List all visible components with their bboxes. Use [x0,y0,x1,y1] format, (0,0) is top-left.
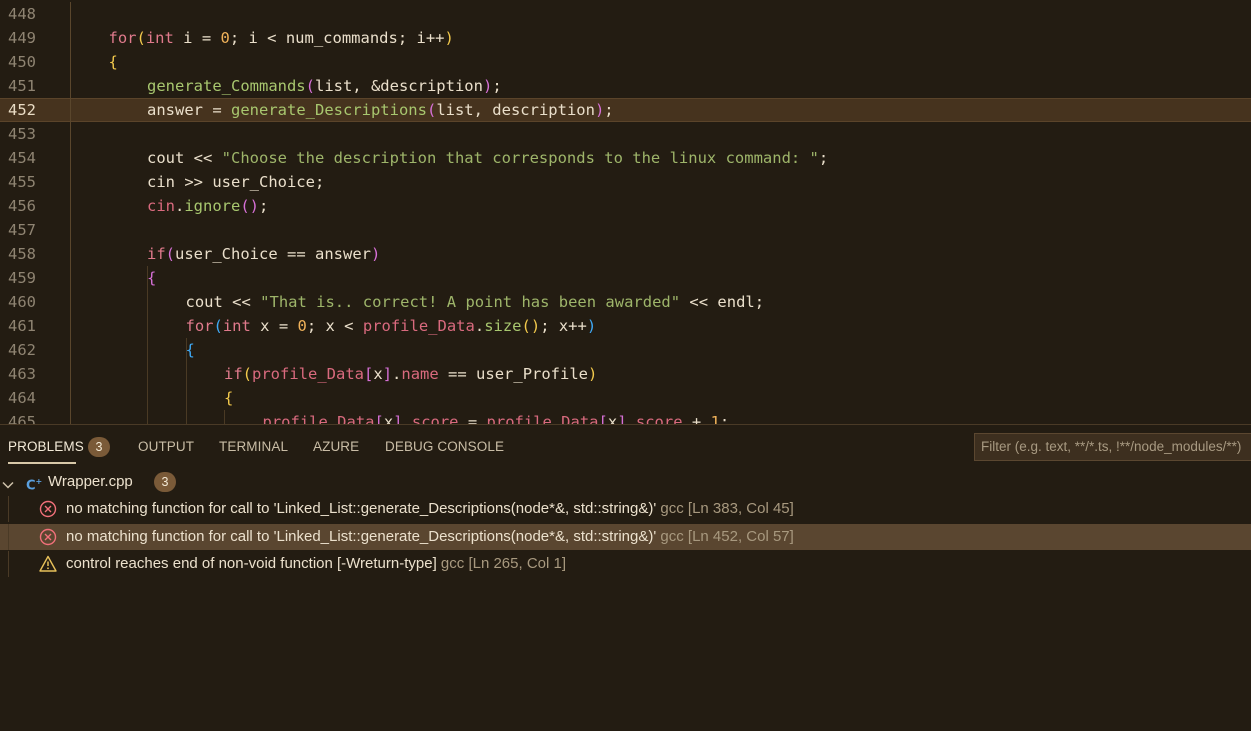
problem-item[interactable]: control reaches end of non-void function… [0,551,1251,577]
cpp-file-icon: C+ [26,477,43,494]
code-text: generate_Commands(list, &description); [147,77,502,95]
file-problem-count-badge: 3 [154,472,176,492]
tab-azure[interactable]: AZURE [313,439,359,454]
code-text: { [185,341,195,359]
code-text: answer = generate_Descriptions(list, des… [147,101,614,119]
code-line-448[interactable]: 448 [0,2,1251,26]
line-number[interactable]: 455 [8,170,48,194]
code-line-455[interactable]: 455 cin >> user_Choice; [0,170,1251,194]
code-line-456[interactable]: 456 cin.ignore(); [0,194,1251,218]
code-text: { [147,269,157,287]
problems-file-group[interactable]: C+ Wrapper.cpp 3 [0,471,1251,493]
line-number[interactable]: 460 [8,290,48,314]
line-number[interactable]: 450 [8,50,48,74]
code-line-458[interactable]: 458 if(user_Choice == answer) [0,242,1251,266]
line-number[interactable]: 453 [8,122,48,146]
line-number[interactable]: 448 [8,2,48,26]
indent-guide [70,2,71,424]
code-editor[interactable]: 448 449 for(int i = 0; i < num_commands; i… [0,0,1251,424]
code-text: if(profile_Data[x].name == user_Profile) [224,365,598,383]
line-number[interactable]: 454 [8,146,48,170]
code-text: profile_Data[x].score = profile_Data[x].… [262,413,730,424]
problems-filter-input[interactable]: Filter (e.g. text, **/*.ts, !**/node_mod… [974,433,1251,461]
indent-guide [147,266,148,424]
code-text: { [224,389,234,407]
tab-terminal[interactable]: TERMINAL [219,439,288,454]
code-line-460[interactable]: 460 cout << "That is.. correct! A point h… [0,290,1251,314]
error-icon [39,528,57,546]
code-line-457[interactable]: 457 [0,218,1251,242]
code-line-462[interactable]: 462 { [0,338,1251,362]
line-number[interactable]: 456 [8,194,48,218]
code-text: cout << "That is.. correct! A point has … [185,293,765,311]
problem-source-location: gcc [Ln 265, Col 1] [436,555,567,572]
indent-guide [185,338,187,424]
warning-icon [39,555,57,573]
line-number[interactable]: 463 [8,362,48,386]
code-line-449[interactable]: 449 for(int i = 0; i < num_commands; i++) [0,26,1251,50]
code-line-453[interactable]: 453 [0,122,1251,146]
problem-message: no matching function for call to 'Linked… [66,527,794,545]
file-name: Wrapper.cpp [48,473,133,490]
problem-item[interactable]: no matching function for call to 'Linked… [0,496,1251,522]
code-line-461[interactable]: 461 for(int x = 0; x < profile_Data.size(… [0,314,1251,338]
line-number[interactable]: 449 [8,26,48,50]
problem-message: control reaches end of non-void function… [66,555,567,572]
code-text: for(int i = 0; i < num_commands; i++) [108,29,454,47]
problem-source-location: gcc [Ln 383, Col 45] [656,500,794,517]
error-icon [39,500,57,518]
line-number[interactable]: 457 [8,218,48,242]
code-line-452[interactable]: 452 answer = generate_Descriptions(list, … [0,98,1251,122]
code-line-451[interactable]: 451 generate_Commands(list, &description)… [0,74,1251,98]
line-number[interactable]: 452 [8,98,48,122]
chevron-down-icon[interactable] [2,476,14,498]
line-number[interactable]: 458 [8,242,48,266]
code-text: if(user_Choice == answer) [147,245,381,263]
problem-message: no matching function for call to 'Linked… [66,500,794,517]
panel-tabs: PROBLEMS 3 OUTPUT TERMINAL AZURE DEBUG C… [0,425,960,467]
code-line-459[interactable]: 459 { [0,266,1251,290]
bottom-panel: PROBLEMS 3 OUTPUT TERMINAL AZURE DEBUG C… [0,424,1251,731]
code-text: cin.ignore(); [147,197,269,215]
code-line-450[interactable]: 450 { [0,50,1251,74]
tab-problems[interactable]: PROBLEMS [8,439,84,454]
code-text: cout << "Choose the description that cor… [147,149,829,167]
active-tab-indicator [8,462,76,464]
problem-item[interactable]: no matching function for call to 'Linked… [0,523,1251,550]
code-text: { [108,53,118,71]
code-line-464[interactable]: 464 { [0,386,1251,410]
line-number[interactable]: 459 [8,266,48,290]
line-number[interactable]: 465 [8,410,48,424]
line-number[interactable]: 462 [8,338,48,362]
code-line-463[interactable]: 463 if(profile_Data[x].name == user_Profi… [0,362,1251,386]
line-number[interactable]: 464 [8,386,48,410]
tab-output[interactable]: OUTPUT [138,439,194,454]
code-text: for(int x = 0; x < profile_Data.size(); … [185,317,597,335]
problems-count-badge: 3 [88,437,110,457]
code-text: cin >> user_Choice; [147,173,325,191]
indent-guide [224,410,225,424]
tree-indent-guide [8,523,9,550]
tab-debug-console[interactable]: DEBUG CONSOLE [385,439,504,454]
tree-indent-guide [8,551,9,577]
problem-source-location: gcc [Ln 452, Col 57] [656,527,794,545]
code-line-465[interactable]: 465 profile_Data[x].score = profile_Data[… [0,410,1251,424]
code-line-454[interactable]: 454 cout << "Choose the description that … [0,146,1251,170]
line-number[interactable]: 461 [8,314,48,338]
tree-indent-guide [8,496,9,522]
line-number[interactable]: 451 [8,74,48,98]
